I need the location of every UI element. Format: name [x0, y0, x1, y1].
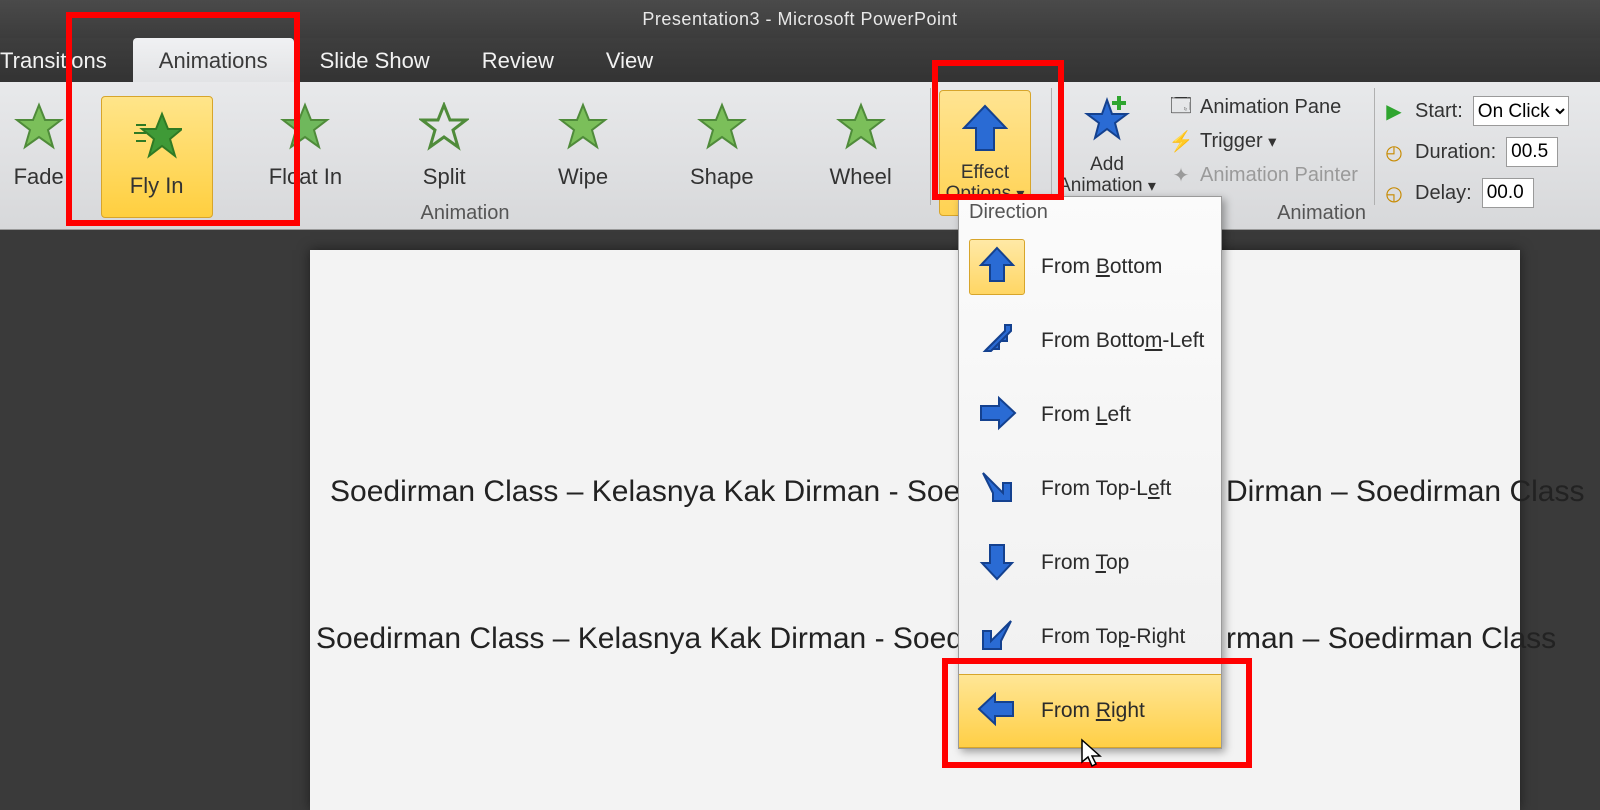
tab-slideshow[interactable]: Slide Show	[294, 38, 456, 82]
star-icon	[836, 102, 886, 157]
arrow-right-icon	[977, 393, 1017, 438]
slide-text[interactable]: Soedirman Class – Kelasnya Kak Dirman - …	[330, 475, 1052, 509]
slide-canvas[interactable]: Soedirman Class – Kelasnya Kak Dirman - …	[310, 250, 1520, 810]
ribbon: Fade Fly In Float In	[0, 82, 1600, 230]
play-icon: ▶	[1383, 100, 1405, 122]
trigger-label: Trigger ▾	[1200, 130, 1277, 153]
star-icon	[419, 102, 469, 157]
arrow-up-icon	[977, 245, 1017, 290]
animation-floatin[interactable]: Float In	[236, 92, 375, 190]
menu-section-direction: Direction	[959, 197, 1221, 230]
duration-label: Duration:	[1415, 141, 1496, 164]
delay-input[interactable]	[1482, 178, 1534, 208]
arrow-left-icon	[977, 689, 1017, 734]
slide-text[interactable]: Dirman – Soedirman Class	[1226, 475, 1584, 509]
start-select[interactable]: On Click	[1473, 96, 1569, 126]
group-label-animation: Animation	[0, 202, 930, 225]
animation-gallery: Fade Fly In Float In	[0, 86, 930, 218]
window-title: Presentation3 - Microsoft PowerPoint	[642, 9, 957, 29]
menu-item-from-top[interactable]: From Top	[959, 526, 1221, 600]
cursor-icon	[1080, 738, 1106, 768]
animation-label: Fly In	[130, 173, 184, 199]
tab-view[interactable]: View	[580, 38, 679, 82]
add-animation-button[interactable]: AddAnimation ▾	[1052, 86, 1162, 197]
menu-item-label: From Top-Left	[1041, 477, 1171, 501]
clock-icon: ◵	[1383, 182, 1405, 204]
animation-label: Fade	[0, 164, 77, 190]
animation-wheel[interactable]: Wheel	[791, 92, 930, 190]
arrow-downright-icon	[977, 467, 1017, 512]
effect-options-label: Effect	[961, 162, 1009, 183]
clock-icon: ◴	[1383, 141, 1405, 163]
arrow-downleft-icon	[977, 615, 1017, 660]
animation-pane-button[interactable]: 🗔 Animation Pane	[1170, 96, 1368, 119]
animation-label: Wipe	[514, 164, 653, 190]
pane-icon: 🗔	[1170, 97, 1192, 119]
add-animation-label: Add	[1090, 154, 1124, 175]
arrow-down-icon	[977, 541, 1017, 586]
tab-review[interactable]: Review	[456, 38, 580, 82]
animation-shape[interactable]: Shape	[652, 92, 791, 190]
menu-item-label: From Top-Right	[1041, 625, 1185, 649]
add-animation-label2: Animation ▾	[1058, 175, 1156, 196]
slide-text[interactable]: Soedirman Class – Kelasnya Kak Dirman - …	[316, 622, 1038, 656]
duration-input[interactable]	[1506, 137, 1558, 167]
animation-pane-label: Animation Pane	[1200, 96, 1341, 119]
painter-icon: ✦	[1170, 165, 1192, 187]
menu-item-label: From Bottom-Left	[1041, 329, 1204, 353]
animation-painter-label: Animation Painter	[1200, 164, 1358, 187]
trigger-button[interactable]: ⚡ Trigger ▾	[1170, 130, 1368, 153]
arrow-up-icon	[962, 104, 1008, 159]
menu-item-label: From Right	[1041, 699, 1145, 723]
star-icon	[697, 102, 747, 157]
menu-item-label: From Left	[1041, 403, 1131, 427]
animation-flyin[interactable]: Fly In	[77, 92, 236, 218]
effect-options-menu: Direction From Bottom From Bottom-Left F…	[958, 196, 1222, 749]
star-icon	[280, 102, 330, 157]
title-bar: Presentation3 - Microsoft PowerPoint	[0, 0, 1600, 38]
menu-item-from-left[interactable]: From Left	[959, 378, 1221, 452]
menu-item-from-right[interactable]: From Right	[959, 674, 1221, 748]
animation-painter-button: ✦ Animation Painter	[1170, 164, 1368, 187]
ribbon-tabs: Transitions Animations Slide Show Review…	[0, 38, 1600, 82]
menu-item-from-bottom-left[interactable]: From Bottom-Left	[959, 304, 1221, 378]
menu-item-label: From Top	[1041, 551, 1129, 575]
arrow-upright-icon	[977, 319, 1017, 364]
menu-item-label: From Bottom	[1041, 255, 1162, 279]
animation-label: Shape	[652, 164, 791, 190]
star-icon	[14, 102, 64, 157]
start-label: Start:	[1415, 100, 1463, 123]
slide-text[interactable]: rman – Soedirman Class	[1226, 622, 1556, 656]
menu-item-from-top-left[interactable]: From Top-Left	[959, 452, 1221, 526]
menu-item-from-bottom[interactable]: From Bottom	[959, 230, 1221, 304]
star-plus-icon	[1079, 135, 1135, 152]
menu-item-from-top-right[interactable]: From Top-Right	[959, 600, 1221, 674]
animation-split[interactable]: Split	[375, 92, 514, 190]
star-icon	[132, 111, 182, 166]
lightning-icon: ⚡	[1170, 131, 1192, 153]
animation-label: Float In	[236, 164, 375, 190]
animation-wipe[interactable]: Wipe	[514, 92, 653, 190]
animation-fade[interactable]: Fade	[0, 92, 77, 190]
animation-label: Split	[375, 164, 514, 190]
tab-animations[interactable]: Animations	[133, 38, 294, 82]
slide-stage: Soedirman Class – Kelasnya Kak Dirman - …	[0, 230, 1600, 801]
delay-label: Delay:	[1415, 182, 1472, 205]
star-icon	[558, 102, 608, 157]
animation-label: Wheel	[791, 164, 930, 190]
tab-transitions[interactable]: Transitions	[0, 38, 133, 82]
